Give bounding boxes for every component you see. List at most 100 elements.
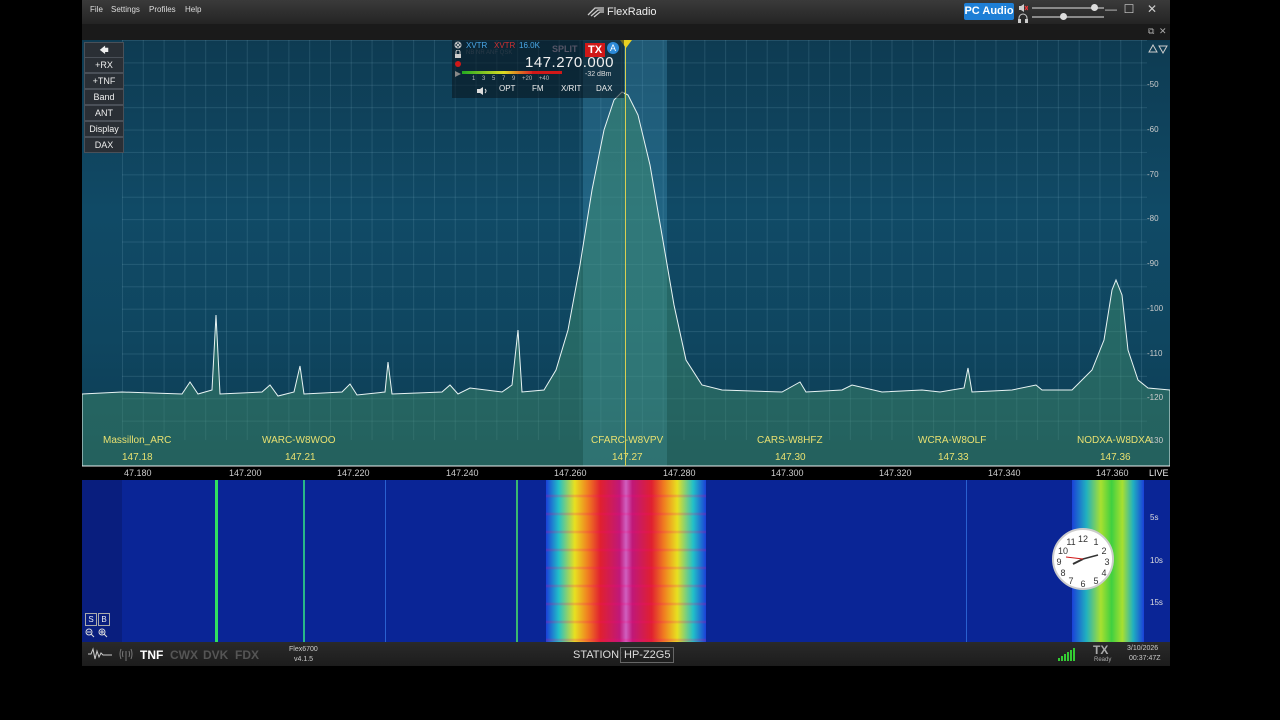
waterfall-b-button[interactable]: B xyxy=(98,613,110,626)
tnf-toggle[interactable]: TNF xyxy=(140,648,163,662)
headphone-slider-knob[interactable] xyxy=(1060,13,1067,20)
display-button[interactable]: Display xyxy=(84,121,124,137)
close-button[interactable]: ✕ xyxy=(1145,2,1159,16)
frequency-tick: 147.260 xyxy=(554,468,587,478)
radio-model: Flex6700 xyxy=(289,646,318,653)
slice-flag[interactable]: XVTR XVTR 16.0K SPLIT TX A NB NR ANF QSK… xyxy=(452,40,624,98)
spectrum-trace xyxy=(82,91,1170,466)
ant-button[interactable]: ANT xyxy=(84,105,124,121)
spot-label[interactable]: Massillon_ARC xyxy=(103,435,171,446)
speaker-muted-icon[interactable] xyxy=(1018,3,1028,13)
maximize-button[interactable]: ☐ xyxy=(1122,2,1136,16)
mode-button[interactable]: FM xyxy=(532,84,544,93)
spot-label[interactable]: NODXA-W8DXA xyxy=(1077,435,1151,446)
frequency-tick: 147.220 xyxy=(337,468,370,478)
dbm-label: -70 xyxy=(1147,170,1159,179)
signal-level: -32 dBm xyxy=(585,71,612,78)
dbm-label: -110 xyxy=(1147,349,1163,358)
record-icon[interactable] xyxy=(454,60,462,68)
collapse-button[interactable]: 🡄 xyxy=(84,42,124,58)
waterfall-trace xyxy=(303,480,305,642)
cwx-toggle[interactable]: CWX xyxy=(170,648,198,662)
menu-settings[interactable]: Settings xyxy=(111,5,140,14)
spot-label[interactable]: CFARC-W8VPV xyxy=(591,435,663,446)
panadapter-header: ⧉ ✕ xyxy=(82,24,1170,40)
frequency-tick: 147.300 xyxy=(771,468,804,478)
spot-frequency: 147.18 xyxy=(122,452,153,463)
spot-label[interactable]: WCRA-W8OLF xyxy=(918,435,986,446)
station-name[interactable]: HP-Z2G5 xyxy=(620,647,675,663)
speaker-icon[interactable] xyxy=(476,86,488,96)
waterfall-s-button[interactable]: S xyxy=(85,613,97,626)
frequency-tick: 147.280 xyxy=(663,468,696,478)
split-button[interactable]: SPLIT xyxy=(552,44,578,54)
tx-antenna[interactable]: XVTR xyxy=(494,41,515,50)
tx-status[interactable]: TX xyxy=(1093,643,1108,657)
minimize-button[interactable]: — xyxy=(1104,2,1118,16)
panadapter[interactable]: 🡄 +RX +TNF Band ANT Display DAX -50 -60 … xyxy=(82,40,1170,466)
live-indicator[interactable]: LIVE xyxy=(1149,468,1169,478)
headphones-icon[interactable] xyxy=(1018,13,1028,23)
xrit-button[interactable]: X/RIT xyxy=(561,84,581,93)
scale-adjust-icon[interactable] xyxy=(1148,44,1168,54)
zoom-in-icon[interactable] xyxy=(98,628,108,638)
dax-button[interactable]: DAX xyxy=(84,137,124,153)
line-out-slider-knob[interactable] xyxy=(1091,4,1098,11)
menu-file[interactable]: File xyxy=(90,5,103,14)
fdx-toggle[interactable]: FDX xyxy=(235,648,259,662)
spot-label[interactable]: CARS-W8HFZ xyxy=(757,435,823,446)
slice-frequency[interactable]: 147.270.000 xyxy=(525,54,614,71)
antenna-icon[interactable] xyxy=(118,647,134,661)
tx-ready: Ready xyxy=(1094,657,1112,663)
dbm-label: -50 xyxy=(1147,80,1159,89)
menu-profiles[interactable]: Profiles xyxy=(149,5,176,14)
waterfall-time: 10s xyxy=(1150,556,1163,565)
dvk-toggle[interactable]: DVK xyxy=(203,648,228,662)
waterfall[interactable]: 5s 10s 15s S B xyxy=(82,480,1170,642)
close-panel-icon[interactable]: ✕ xyxy=(1159,26,1167,37)
frequency-tick: 147.240 xyxy=(446,468,479,478)
waterfall-trace xyxy=(385,480,386,642)
menu-help[interactable]: Help xyxy=(185,5,201,14)
headphone-slider[interactable] xyxy=(1032,16,1104,18)
waterfall-trace xyxy=(516,480,518,642)
arrow-left-icon: 🡄 xyxy=(99,45,109,55)
status-bar: TNF CWX DVK FDX Flex6700 v4.1.5 STATION:… xyxy=(82,642,1170,666)
clock-hands xyxy=(1065,554,1099,565)
rx-antenna[interactable]: XVTR xyxy=(466,41,487,50)
waterfall-time: 15s xyxy=(1150,598,1163,607)
s-meter-overrange xyxy=(532,71,562,74)
slice-letter[interactable]: A xyxy=(607,42,619,54)
dbm-label: -100 xyxy=(1147,304,1164,313)
add-tnf-button[interactable]: +TNF xyxy=(84,73,124,89)
close-slice-icon[interactable] xyxy=(454,41,462,49)
spot-frequency: 147.36 xyxy=(1100,452,1131,463)
dbm-label: -80 xyxy=(1147,214,1159,223)
add-rx-button[interactable]: +RX xyxy=(84,57,124,73)
zoom-out-icon[interactable] xyxy=(85,628,95,638)
date-display: 3/10/2026 xyxy=(1127,645,1159,652)
waterfall-trace xyxy=(966,480,967,642)
flexradio-window: File Settings Profiles Help FlexRadio PC… xyxy=(82,0,1170,666)
spot-label[interactable]: WARC-W8WOO xyxy=(262,435,336,446)
frequency-tick: 147.360 xyxy=(1096,468,1129,478)
spot-frequency: 147.21 xyxy=(285,452,316,463)
signal-strength-icon xyxy=(1058,648,1075,661)
float-panel-icon[interactable]: ⧉ xyxy=(1148,26,1154,37)
frequency-tick: 147.340 xyxy=(988,468,1021,478)
lock-icon[interactable] xyxy=(454,50,462,58)
s-meter-scale: 1 3 5 7 9 +20 +40 xyxy=(472,76,550,82)
waterfall-time: 5s xyxy=(1150,513,1159,522)
band-button[interactable]: Band xyxy=(84,89,124,105)
pc-audio-button[interactable]: PC Audio xyxy=(964,3,1014,20)
filter-width: 16.0K xyxy=(519,41,540,50)
opt-button[interactable]: OPT xyxy=(499,84,515,93)
utc-time: 00:37:47Z xyxy=(1129,655,1161,662)
dbm-label: -120 xyxy=(1147,393,1164,402)
slice-dax-button[interactable]: DAX xyxy=(596,84,612,93)
play-icon[interactable] xyxy=(454,70,462,78)
waveform-icon[interactable] xyxy=(88,647,112,661)
slice-center-line[interactable] xyxy=(625,42,626,466)
spot-frequency: 147.27 xyxy=(612,452,643,463)
frequency-axis[interactable]: 47.180 147.200 147.220 147.240 147.260 1… xyxy=(82,466,1170,481)
